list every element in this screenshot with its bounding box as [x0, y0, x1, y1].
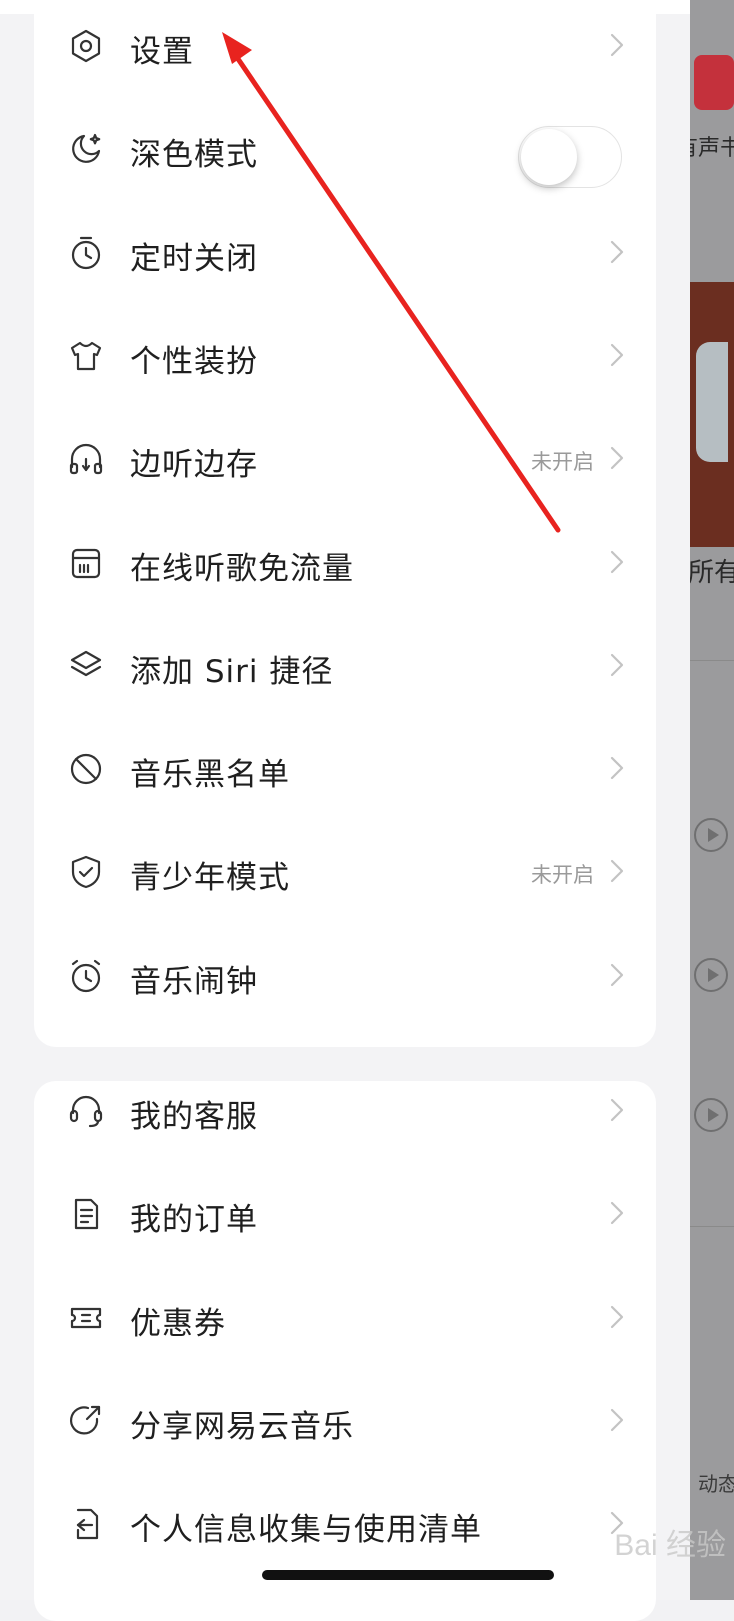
bg-label-audiobook: 有声书: [690, 136, 734, 161]
menu-item-share[interactable]: 分享网易云音乐: [34, 1371, 656, 1471]
headphones-download-icon: [68, 441, 104, 477]
menu-item-label: 边听边存: [130, 447, 258, 484]
menu-item-label: 优惠券: [130, 1305, 226, 1342]
audiobook-icon: [694, 55, 734, 110]
album-art: [690, 282, 734, 547]
block-icon: [68, 751, 104, 787]
timer-icon: [68, 235, 104, 271]
dark-mode-toggle[interactable]: [518, 126, 622, 189]
chevron-right-icon: [610, 1305, 624, 1329]
layers-icon: [68, 648, 104, 684]
menu-item-gear[interactable]: 设置: [34, 0, 656, 96]
chevron-right-icon: [610, 343, 624, 367]
chevron-right-icon: [610, 963, 624, 987]
menu-item-label: 个性装扮: [130, 343, 258, 380]
status-text: 未开启: [531, 863, 594, 888]
background-app: 有声书 所有 动态: [690, 0, 734, 1600]
menu-item-timer[interactable]: 定时关闭: [34, 203, 656, 303]
play-icon: [694, 1098, 728, 1132]
menu-item-label: 我的订单: [130, 1202, 258, 1239]
side-drawer: 设置 深色模式 定时关闭 个性装扮 边听边存 未开启 在线听歌免流量 添加 Siri 捷径 音乐…: [0, 0, 690, 1621]
toggle-knob: [521, 129, 577, 186]
menu-item-headset[interactable]: 我的客服: [34, 1061, 656, 1161]
menu-item-headphones-download[interactable]: 边听边存 未开启: [34, 409, 656, 509]
moon-icon: [68, 131, 104, 167]
alarm-clock-icon: [68, 958, 104, 994]
menu-item-layers[interactable]: 添加 Siri 捷径: [34, 616, 656, 716]
gear-icon: [68, 28, 104, 64]
chevron-right-icon: [610, 33, 624, 57]
menu-item-alarm-clock[interactable]: 音乐闹钟: [34, 926, 656, 1026]
menu-item-label: 青少年模式: [130, 860, 290, 897]
menu-item-label: 设置: [130, 34, 194, 70]
menu-item-label: 个人信息收集与使用清单: [130, 1512, 482, 1549]
shield-check-icon: [68, 854, 104, 890]
bg-label-feed: 动态: [698, 1472, 734, 1496]
menu-item-label: 分享网易云音乐: [130, 1408, 354, 1445]
menu-item-moon[interactable]: 深色模式: [34, 99, 656, 199]
chevron-right-icon: [610, 550, 624, 574]
play-icon: [694, 818, 728, 852]
menu-item-label: 在线听歌免流量: [130, 550, 354, 587]
menu-item-shield-check[interactable]: 青少年模式 未开启: [34, 822, 656, 922]
menu-item-label: 添加 Siri 捷径: [130, 653, 334, 690]
chevron-right-icon: [610, 653, 624, 677]
chevron-right-icon: [610, 1098, 624, 1122]
menu-item-ticket[interactable]: 优惠券: [34, 1268, 656, 1368]
menu-item-label: 深色模式: [130, 137, 258, 174]
menu-item-sim-card[interactable]: 在线听歌免流量: [34, 513, 656, 613]
menu-item-file-arrow[interactable]: 个人信息收集与使用清单: [34, 1474, 656, 1574]
menu-item-label: 音乐黑名单: [130, 757, 290, 794]
play-icon: [694, 958, 728, 992]
menu-item-label: 音乐闹钟: [130, 963, 258, 1000]
menu-item-document[interactable]: 我的订单: [34, 1164, 656, 1264]
chevron-right-icon: [610, 756, 624, 780]
menu-item-block[interactable]: 音乐黑名单: [34, 719, 656, 819]
watermark: Bai 经验: [614, 1529, 726, 1562]
home-indicator: [262, 1570, 554, 1580]
chevron-right-icon: [610, 1408, 624, 1432]
sim-card-icon: [68, 545, 104, 581]
menu-item-label: 我的客服: [130, 1099, 258, 1135]
menu-item-label: 定时关闭: [130, 240, 258, 277]
share-icon: [68, 1403, 104, 1439]
bg-label-all: 所有: [690, 558, 734, 588]
menu-item-tshirt[interactable]: 个性装扮: [34, 306, 656, 406]
status-text: 未开启: [531, 450, 594, 475]
ticket-icon: [68, 1300, 104, 1336]
headset-icon: [68, 1093, 104, 1129]
chevron-right-icon: [610, 446, 624, 470]
chevron-right-icon: [610, 240, 624, 264]
document-icon: [68, 1196, 104, 1232]
tshirt-icon: [68, 338, 104, 374]
chevron-right-icon: [610, 1201, 624, 1225]
file-arrow-icon: [68, 1506, 104, 1542]
menu-card-service: 我的客服我的订单优惠券分享网易云音乐个人信息收集与使用清单: [34, 1081, 656, 1621]
chevron-right-icon: [610, 859, 624, 883]
menu-card-main: 设置 深色模式 定时关闭 个性装扮 边听边存 未开启 在线听歌免流量 添加 Siri 捷径 音乐…: [34, 0, 656, 1047]
